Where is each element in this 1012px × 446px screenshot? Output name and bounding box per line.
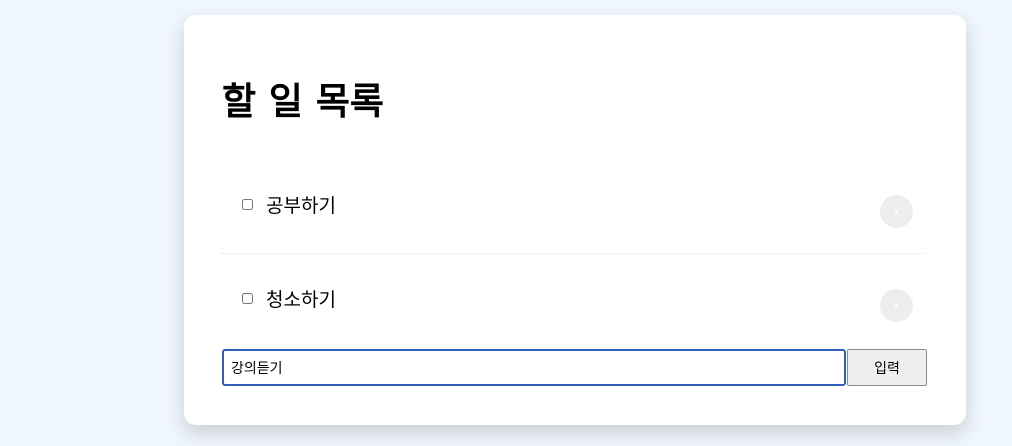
page-title: 할 일 목록: [222, 80, 384, 123]
todo-input[interactable]: [222, 349, 846, 386]
todo-checkbox[interactable]: [242, 293, 253, 304]
todo-text: 공부하기: [266, 195, 336, 217]
todo-item: 청소하기 x: [222, 283, 926, 327]
add-todo-row: 입력: [222, 349, 928, 386]
delete-button[interactable]: x: [880, 195, 913, 228]
todo-checkbox[interactable]: [242, 199, 253, 210]
todo-card: 할 일 목록 공부하기 x 청소하기 x 입력: [184, 15, 966, 425]
delete-button[interactable]: x: [880, 289, 913, 322]
submit-button[interactable]: 입력: [847, 349, 927, 386]
divider: [222, 253, 926, 254]
todo-text: 청소하기: [266, 289, 336, 311]
todo-item: 공부하기 x: [222, 189, 926, 233]
